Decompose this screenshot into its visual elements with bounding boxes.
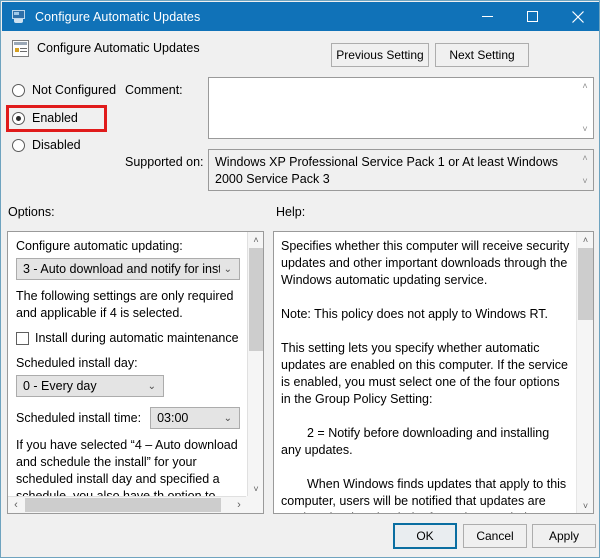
arrow-down-icon[interactable]: ˅ (582, 173, 587, 190)
window-controls (465, 2, 600, 31)
scrollbar-thumb[interactable] (25, 498, 221, 512)
computer-monitor-icon (11, 9, 27, 25)
arrow-down-icon[interactable]: ˅ (248, 481, 264, 496)
supported-on-scrollbar[interactable]: ˄ ˅ (577, 150, 593, 190)
arrow-down-icon[interactable]: ˅ (582, 121, 587, 138)
help-content: Specifies whether this computer will rec… (274, 232, 577, 513)
chevron-down-icon: ⌄ (144, 381, 160, 392)
scrollbar-thumb[interactable] (578, 248, 593, 320)
radio-not-configured[interactable]: Not Configured (12, 83, 116, 97)
minimize-icon[interactable] (465, 2, 510, 31)
previous-setting-label: Previous Setting (336, 48, 423, 62)
install-during-maintenance-checkbox[interactable]: Install during automatic maintenance (16, 331, 240, 345)
radio-not-configured-mark (12, 84, 25, 97)
apply-label: Apply (549, 529, 579, 543)
ok-label: OK (416, 529, 433, 543)
supported-on-text: Windows XP Professional Service Pack 1 o… (215, 155, 558, 186)
supported-on-value: Windows XP Professional Service Pack 1 o… (208, 149, 594, 191)
options-vertical-scrollbar[interactable]: ˄ ˅ (247, 232, 263, 496)
arrow-up-icon[interactable]: ˄ (577, 232, 594, 247)
help-label: Help: (276, 205, 305, 219)
chevron-down-icon: ⌄ (220, 413, 236, 424)
next-setting-label: Next Setting (449, 48, 514, 62)
options-tail-text: If you have selected “4 – Auto download … (16, 437, 240, 496)
radio-disabled[interactable]: Disabled (12, 138, 81, 152)
maximize-icon[interactable] (510, 2, 555, 31)
install-during-maintenance-label: Install during automatic maintenance (35, 331, 239, 345)
arrow-up-icon[interactable]: ˄ (582, 150, 587, 167)
help-paragraph-2: Note: This policy does not apply to Wind… (281, 306, 571, 323)
help-vertical-scrollbar[interactable]: ˄ ˅ (576, 232, 593, 513)
window-title: Configure Automatic Updates (35, 10, 200, 24)
options-horizontal-scrollbar[interactable]: ‹ › (8, 496, 263, 513)
arrow-up-icon[interactable]: ˄ (248, 232, 264, 247)
supported-on-label: Supported on: (125, 155, 204, 169)
configure-updating-dropdown[interactable]: 3 - Auto download and notify for install… (16, 258, 240, 280)
radio-not-configured-label: Not Configured (32, 83, 116, 97)
setting-title: Configure Automatic Updates (37, 41, 200, 55)
scheduled-install-time-value: 03:00 (157, 411, 220, 425)
arrow-down-icon[interactable]: ˅ (577, 498, 594, 513)
arrow-right-icon[interactable]: › (231, 497, 247, 513)
help-paragraph-4: 2 = Notify before downloading and instal… (281, 425, 571, 459)
radio-disabled-label: Disabled (32, 138, 81, 152)
help-paragraph-5: When Windows finds updates that apply to… (281, 476, 571, 513)
cancel-label: Cancel (476, 529, 513, 543)
radio-enabled-label: Enabled (32, 111, 78, 125)
next-setting-button[interactable]: Next Setting (435, 43, 529, 67)
radio-enabled[interactable]: Enabled (12, 111, 78, 125)
configure-updating-value: 3 - Auto download and notify for install (23, 262, 220, 276)
title-bar: Configure Automatic Updates (2, 2, 600, 31)
ok-button[interactable]: OK (393, 523, 457, 549)
apply-button[interactable]: Apply (532, 524, 596, 548)
comment-label: Comment: (125, 83, 183, 97)
comment-input[interactable]: ˄ ˅ (208, 77, 594, 139)
scheduled-install-time-label: Scheduled install time: (16, 411, 141, 425)
radio-disabled-mark (12, 139, 25, 152)
options-note-text: The following settings are only required… (16, 288, 240, 322)
chevron-down-icon: ⌄ (220, 264, 236, 275)
options-content: Configure automatic updating: 3 - Auto d… (8, 232, 248, 496)
checkbox-mark (16, 332, 29, 345)
scheduled-install-time-row: Scheduled install time: 03:00 ⌄ (16, 407, 240, 429)
options-panel: Configure automatic updating: 3 - Auto d… (7, 231, 264, 514)
help-paragraph-3: This setting lets you specify whether au… (281, 340, 571, 408)
scheduled-install-day-label: Scheduled install day: (16, 356, 240, 370)
options-label: Options: (8, 205, 55, 219)
scheduled-install-day-dropdown[interactable]: 0 - Every day ⌄ (16, 375, 164, 397)
configure-automatic-updates-dialog: Configure Automatic Updates Configure Au… (0, 0, 600, 558)
scheduled-install-time-dropdown[interactable]: 03:00 ⌄ (150, 407, 240, 429)
comment-scrollbar[interactable]: ˄ ˅ (577, 78, 593, 138)
scrollbar-corner (246, 496, 263, 513)
help-panel: Specifies whether this computer will rec… (273, 231, 594, 514)
scheduled-install-day-value: 0 - Every day (23, 379, 144, 393)
help-paragraph-1: Specifies whether this computer will rec… (281, 238, 571, 289)
scrollbar-thumb[interactable] (249, 248, 263, 351)
previous-setting-button[interactable]: Previous Setting (331, 43, 429, 67)
cancel-button[interactable]: Cancel (463, 524, 527, 548)
configure-updating-label: Configure automatic updating: (16, 239, 240, 253)
arrow-up-icon[interactable]: ˄ (582, 78, 587, 95)
close-icon[interactable] (555, 2, 600, 31)
group-policy-setting-icon (12, 40, 29, 57)
radio-enabled-mark (12, 112, 25, 125)
arrow-left-icon[interactable]: ‹ (8, 497, 24, 513)
